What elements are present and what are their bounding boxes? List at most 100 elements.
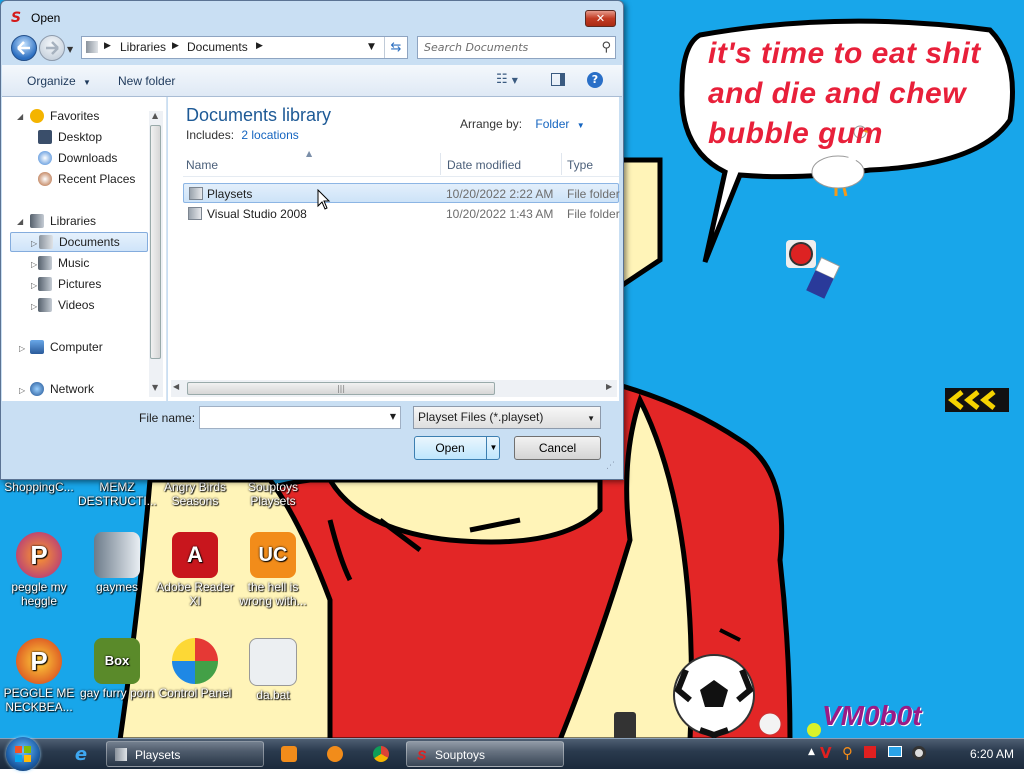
- desktop-icon-label: peggle my heggle: [11, 580, 67, 608]
- nav-recent-places[interactable]: Recent Places: [38, 169, 135, 189]
- desktop-icon-label: Adobe Reader XI: [156, 580, 234, 608]
- nav-libraries[interactable]: Libraries: [30, 211, 96, 231]
- preview-pane-icon[interactable]: [551, 73, 565, 86]
- file-name-input[interactable]: ▼: [199, 406, 401, 429]
- breadcrumb-separator-icon: ▶: [256, 41, 263, 51]
- desktop-icon-shopping[interactable]: ShoppingC...: [0, 480, 78, 494]
- breadcrumb-libraries[interactable]: Libraries: [120, 40, 166, 54]
- column-header-type[interactable]: Type: [567, 158, 593, 172]
- column-header-date[interactable]: Date modified: [447, 158, 521, 172]
- taskbar-chrome[interactable]: [360, 741, 402, 767]
- address-bar[interactable]: ▶ Libraries ▶ Documents ▶ ▼ ⇆: [81, 36, 408, 59]
- tray-search-icon[interactable]: ⚲: [842, 744, 853, 762]
- desktop-icon-control-panel[interactable]: Control Panel: [156, 638, 234, 700]
- breadcrumb-documents[interactable]: Documents: [187, 40, 248, 54]
- library-icon: [86, 41, 98, 53]
- scroll-down-arrow-icon[interactable]: ▼: [152, 383, 158, 392]
- back-button[interactable]: [11, 35, 37, 61]
- file-list-horizontal-scrollbar[interactable]: ◀ ||| ▶: [171, 380, 617, 397]
- nav-music[interactable]: Music: [38, 253, 89, 273]
- folder-icon: [189, 187, 203, 200]
- view-options-icon[interactable]: ☷ ▼: [496, 72, 518, 87]
- open-split-dropdown-icon[interactable]: ▼: [486, 437, 500, 459]
- navigation-scrollbar[interactable]: ▲ ▼: [149, 111, 163, 397]
- column-header-name[interactable]: Name: [186, 158, 218, 172]
- collapse-triangle-icon[interactable]: ▷: [31, 302, 37, 311]
- desktop-icon-peggle[interactable]: P peggle my heggle: [0, 532, 78, 608]
- desktop-icon-peggle-nights[interactable]: P PEGGLE ME NECKBEA...: [0, 638, 78, 714]
- desktop-icon-souptoys-playsets[interactable]: Souptoys Playsets: [234, 480, 312, 508]
- nav-pictures[interactable]: Pictures: [38, 274, 101, 294]
- taskbar: e Playsets S Souptoys ▲ V ⚲ 6:20 AM: [0, 737, 1024, 771]
- new-folder-button[interactable]: New folder: [118, 74, 175, 88]
- open-dialog: S Open ✕ ▼ ▶ Libraries ▶ Documents ▶ ▼ ⇆…: [0, 0, 624, 480]
- desktop-icon-gaymes[interactable]: gaymes: [78, 532, 156, 594]
- tray-v-icon[interactable]: V: [820, 744, 832, 762]
- nav-network[interactable]: Network: [30, 379, 94, 399]
- desktop-icon-adobe-reader[interactable]: A Adobe Reader XI: [156, 532, 234, 608]
- arrange-dropdown[interactable]: Folder ▼: [535, 117, 584, 131]
- expand-triangle-icon[interactable]: ◢: [17, 217, 23, 226]
- taskbar-media-player[interactable]: [268, 741, 310, 767]
- desktop-icon-box[interactable]: Box gay furry porn: [78, 638, 156, 700]
- scrollbar-thumb[interactable]: |||: [187, 382, 495, 395]
- desktop-icon-da-bat[interactable]: da.bat: [234, 638, 312, 702]
- desktop-icon-angry-birds[interactable]: Angry Birds Seasons: [156, 480, 234, 508]
- column-divider[interactable]: [440, 153, 441, 175]
- taskbar-playsets-window[interactable]: Playsets: [106, 741, 264, 767]
- recent-pages-chevron-icon[interactable]: ▼: [67, 45, 77, 54]
- close-button[interactable]: ✕: [585, 10, 616, 27]
- expand-triangle-icon[interactable]: ◢: [17, 112, 23, 121]
- collapse-triangle-icon[interactable]: ▷: [31, 281, 37, 290]
- nav-favorites[interactable]: Favorites: [30, 106, 99, 126]
- locations-link[interactable]: 2 locations: [241, 128, 298, 142]
- search-input[interactable]: Search Documents ⚲: [417, 36, 616, 59]
- scroll-left-arrow-icon[interactable]: ◀: [173, 382, 179, 391]
- beaver-box-icon: Box: [94, 638, 140, 684]
- taskbar-uc-browser[interactable]: [314, 741, 356, 767]
- desktop-icon-memz[interactable]: MEMZ DESTRUCTI...: [78, 480, 157, 508]
- tray-volume-icon[interactable]: [912, 746, 926, 760]
- tray-flag-icon[interactable]: [864, 746, 876, 758]
- file-row[interactable]: Visual Studio 2008 10/20/2022 1:43 AM Fi…: [183, 204, 620, 224]
- tray-arrow-icon[interactable]: ▲: [808, 747, 815, 757]
- refresh-icon[interactable]: ⇆: [384, 37, 407, 58]
- collapse-triangle-icon[interactable]: ▷: [19, 386, 25, 395]
- arrange-label: Arrange by:: [460, 117, 523, 131]
- column-divider[interactable]: [561, 153, 562, 175]
- collapse-triangle-icon[interactable]: ▷: [31, 260, 37, 269]
- title-bar[interactable]: S Open ✕: [1, 1, 623, 35]
- taskbar-souptoys-window[interactable]: S Souptoys: [406, 741, 564, 767]
- taskbar-clock[interactable]: 6:20 AM: [970, 739, 1014, 769]
- forward-button[interactable]: [39, 35, 65, 61]
- recent-places-icon: [38, 172, 52, 186]
- organize-button[interactable]: Organize ▼: [27, 74, 91, 88]
- file-type-select[interactable]: Playset Files (*.playset) ▼: [413, 406, 601, 429]
- open-button[interactable]: Open ▼: [414, 436, 500, 460]
- uc-browser-icon: UC: [250, 532, 296, 578]
- file-row-selected[interactable]: Playsets 10/20/2022 2:22 AM File folder: [183, 183, 620, 203]
- nav-desktop[interactable]: Desktop: [38, 127, 102, 147]
- includes-label: Includes:: [186, 128, 235, 142]
- nav-computer[interactable]: Computer: [30, 337, 103, 357]
- chevron-down-icon[interactable]: ▼: [390, 412, 396, 421]
- taskbar-internet-explorer[interactable]: e: [60, 741, 102, 767]
- collapse-triangle-icon[interactable]: ▷: [19, 344, 25, 353]
- address-dropdown-icon[interactable]: ▼: [368, 42, 375, 52]
- file-type-value: Playset Files (*.playset): [418, 410, 544, 424]
- tray-monitor-icon[interactable]: [888, 746, 902, 757]
- nav-downloads[interactable]: Downloads: [38, 148, 117, 168]
- scrollbar-thumb[interactable]: [150, 125, 161, 359]
- cancel-button[interactable]: Cancel: [514, 436, 601, 460]
- breadcrumb-separator-icon: ▶: [104, 41, 111, 51]
- help-icon[interactable]: ?: [587, 72, 603, 88]
- start-button[interactable]: [6, 737, 40, 771]
- resize-grip-icon[interactable]: ⋰: [606, 461, 615, 471]
- collapse-triangle-icon[interactable]: ▷: [31, 239, 37, 248]
- scroll-right-arrow-icon[interactable]: ▶: [606, 382, 612, 391]
- souptoys-icon: S: [11, 10, 22, 26]
- nav-videos[interactable]: Videos: [38, 295, 94, 315]
- desktop-icon-uc-browser[interactable]: UC the hell is wrong with...: [234, 532, 312, 608]
- desktop-icon-label: Souptoys Playsets: [247, 480, 299, 508]
- scroll-up-arrow-icon[interactable]: ▲: [152, 111, 158, 120]
